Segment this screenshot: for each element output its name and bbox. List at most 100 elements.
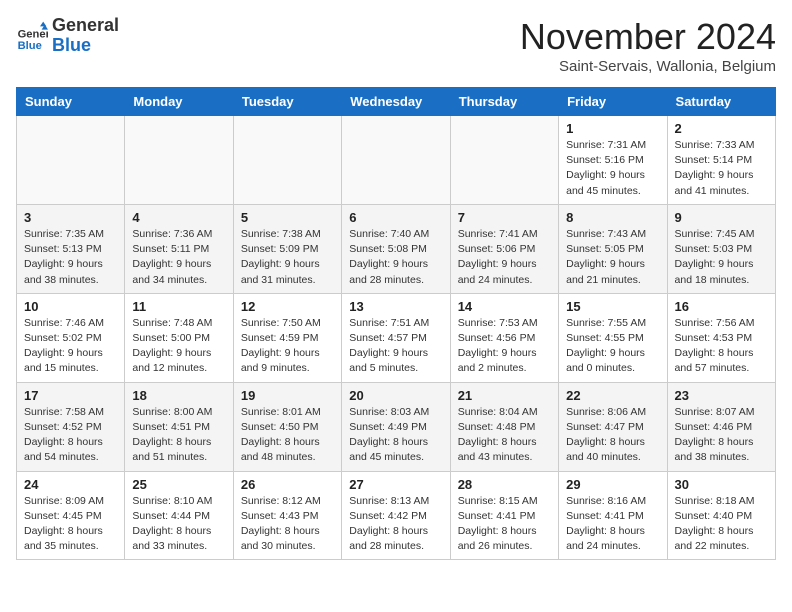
- day-info: Sunrise: 8:13 AM Sunset: 4:42 PM Dayligh…: [349, 494, 442, 555]
- weekday-header-wednesday: Wednesday: [342, 88, 450, 116]
- calendar-cell: 22Sunrise: 8:06 AM Sunset: 4:47 PM Dayli…: [559, 382, 667, 471]
- calendar-cell: [342, 116, 450, 205]
- weekday-header-monday: Monday: [125, 88, 233, 116]
- calendar-cell: 29Sunrise: 8:16 AM Sunset: 4:41 PM Dayli…: [559, 471, 667, 560]
- calendar-cell: 2 Sunrise: 7:33 AM Sunset: 5:14 PM Daylig…: [667, 116, 775, 205]
- calendar-cell: 21 Sunrise: 8:04 AM Sunset: 4:48 PM Dayli…: [450, 382, 558, 471]
- day-info: Sunrise: 8:00 AM Sunset: 4:51 PM Dayligh…: [132, 405, 225, 466]
- day-number: 14: [458, 299, 551, 314]
- calendar-cell: 23 Sunrise: 8:07 AM Sunset: 4:46 PM Dayli…: [667, 382, 775, 471]
- day-info: Sunrise: 7:31 AM Sunset: 5:16 PM Dayligh…: [566, 138, 659, 199]
- day-number: 18: [132, 388, 225, 403]
- day-number: 20: [349, 388, 442, 403]
- logo-line2: Blue: [52, 36, 119, 56]
- calendar-cell: 20Sunrise: 8:03 AM Sunset: 4:49 PM Dayli…: [342, 382, 450, 471]
- calendar-table: SundayMondayTuesdayWednesdayThursdayFrid…: [16, 87, 776, 560]
- calendar-cell: 7 Sunrise: 7:41 AM Sunset: 5:06 PM Daylig…: [450, 204, 558, 293]
- day-info: Sunrise: 7:41 AM Sunset: 5:06 PM Dayligh…: [458, 227, 551, 288]
- day-number: 11: [132, 299, 225, 314]
- day-info: Sunrise: 8:06 AM Sunset: 4:47 PM Dayligh…: [566, 405, 659, 466]
- day-info: Sunrise: 8:15 AM Sunset: 4:41 PM Dayligh…: [458, 494, 551, 555]
- day-number: 23: [675, 388, 768, 403]
- day-info: Sunrise: 8:10 AM Sunset: 4:44 PM Dayligh…: [132, 494, 225, 555]
- day-info: Sunrise: 8:04 AM Sunset: 4:48 PM Dayligh…: [458, 405, 551, 466]
- day-number: 13: [349, 299, 442, 314]
- calendar-cell: 1 Sunrise: 7:31 AM Sunset: 5:16 PM Daylig…: [559, 116, 667, 205]
- day-info: Sunrise: 8:07 AM Sunset: 4:46 PM Dayligh…: [675, 405, 768, 466]
- day-number: 19: [241, 388, 334, 403]
- title-area: November 2024 Saint-Servais, Wallonia, B…: [520, 16, 776, 75]
- calendar-cell: 24Sunrise: 8:09 AM Sunset: 4:45 PM Dayli…: [17, 471, 125, 560]
- calendar-week-row: 1 Sunrise: 7:31 AM Sunset: 5:16 PM Daylig…: [17, 116, 776, 205]
- calendar-cell: 30 Sunrise: 8:18 AM Sunset: 4:40 PM Dayli…: [667, 471, 775, 560]
- day-number: 1: [566, 121, 659, 136]
- weekday-header-friday: Friday: [559, 88, 667, 116]
- svg-text:Blue: Blue: [18, 40, 42, 52]
- day-info: Sunrise: 7:46 AM Sunset: 5:02 PM Dayligh…: [24, 316, 117, 377]
- logo: General Blue General Blue: [16, 16, 119, 56]
- calendar-cell: 9 Sunrise: 7:45 AM Sunset: 5:03 PM Daylig…: [667, 204, 775, 293]
- day-number: 28: [458, 477, 551, 492]
- day-info: Sunrise: 7:40 AM Sunset: 5:08 PM Dayligh…: [349, 227, 442, 288]
- calendar-week-row: 3 Sunrise: 7:35 AM Sunset: 5:13 PM Daylig…: [17, 204, 776, 293]
- day-number: 29: [566, 477, 659, 492]
- day-number: 25: [132, 477, 225, 492]
- day-number: 5: [241, 210, 334, 225]
- calendar-cell: [125, 116, 233, 205]
- day-info: Sunrise: 7:35 AM Sunset: 5:13 PM Dayligh…: [24, 227, 117, 288]
- weekday-header-saturday: Saturday: [667, 88, 775, 116]
- weekday-header-sunday: Sunday: [17, 88, 125, 116]
- day-number: 27: [349, 477, 442, 492]
- day-number: 30: [675, 477, 768, 492]
- header: General Blue General Blue November 2024 …: [16, 16, 776, 75]
- calendar-cell: 25 Sunrise: 8:10 AM Sunset: 4:44 PM Dayli…: [125, 471, 233, 560]
- day-info: Sunrise: 7:33 AM Sunset: 5:14 PM Dayligh…: [675, 138, 768, 199]
- day-info: Sunrise: 7:56 AM Sunset: 4:53 PM Dayligh…: [675, 316, 768, 377]
- calendar-cell: 13 Sunrise: 7:51 AM Sunset: 4:57 PM Dayli…: [342, 293, 450, 382]
- weekday-header-row: SundayMondayTuesdayWednesdayThursdayFrid…: [17, 88, 776, 116]
- day-number: 2: [675, 121, 768, 136]
- calendar-cell: [233, 116, 341, 205]
- calendar-cell: 3 Sunrise: 7:35 AM Sunset: 5:13 PM Daylig…: [17, 204, 125, 293]
- day-number: 3: [24, 210, 117, 225]
- calendar-cell: 6Sunrise: 7:40 AM Sunset: 5:08 PM Daylig…: [342, 204, 450, 293]
- day-number: 12: [241, 299, 334, 314]
- day-number: 26: [241, 477, 334, 492]
- calendar-cell: 15 Sunrise: 7:55 AM Sunset: 4:55 PM Dayli…: [559, 293, 667, 382]
- calendar-cell: 28 Sunrise: 8:15 AM Sunset: 4:41 PM Dayli…: [450, 471, 558, 560]
- logo-line1: General: [52, 16, 119, 36]
- day-info: Sunrise: 7:36 AM Sunset: 5:11 PM Dayligh…: [132, 227, 225, 288]
- day-number: 15: [566, 299, 659, 314]
- calendar-cell: 4Sunrise: 7:36 AM Sunset: 5:11 PM Daylig…: [125, 204, 233, 293]
- day-info: Sunrise: 7:38 AM Sunset: 5:09 PM Dayligh…: [241, 227, 334, 288]
- day-info: Sunrise: 7:58 AM Sunset: 4:52 PM Dayligh…: [24, 405, 117, 466]
- day-number: 10: [24, 299, 117, 314]
- day-info: Sunrise: 7:53 AM Sunset: 4:56 PM Dayligh…: [458, 316, 551, 377]
- day-number: 8: [566, 210, 659, 225]
- day-info: Sunrise: 7:48 AM Sunset: 5:00 PM Dayligh…: [132, 316, 225, 377]
- calendar-cell: 26Sunrise: 8:12 AM Sunset: 4:43 PM Dayli…: [233, 471, 341, 560]
- day-number: 24: [24, 477, 117, 492]
- calendar-cell: 5 Sunrise: 7:38 AM Sunset: 5:09 PM Daylig…: [233, 204, 341, 293]
- calendar-cell: 11 Sunrise: 7:48 AM Sunset: 5:00 PM Dayli…: [125, 293, 233, 382]
- calendar-cell: 14 Sunrise: 7:53 AM Sunset: 4:56 PM Dayli…: [450, 293, 558, 382]
- day-info: Sunrise: 7:45 AM Sunset: 5:03 PM Dayligh…: [675, 227, 768, 288]
- logo-icon: General Blue: [16, 20, 48, 52]
- calendar-week-row: 17Sunrise: 7:58 AM Sunset: 4:52 PM Dayli…: [17, 382, 776, 471]
- day-number: 9: [675, 210, 768, 225]
- day-info: Sunrise: 8:18 AM Sunset: 4:40 PM Dayligh…: [675, 494, 768, 555]
- calendar-cell: 8 Sunrise: 7:43 AM Sunset: 5:05 PM Daylig…: [559, 204, 667, 293]
- calendar-cell: [450, 116, 558, 205]
- calendar-cell: 12 Sunrise: 7:50 AM Sunset: 4:59 PM Dayli…: [233, 293, 341, 382]
- calendar-cell: 16 Sunrise: 7:56 AM Sunset: 4:53 PM Dayli…: [667, 293, 775, 382]
- day-info: Sunrise: 7:50 AM Sunset: 4:59 PM Dayligh…: [241, 316, 334, 377]
- day-number: 7: [458, 210, 551, 225]
- day-number: 21: [458, 388, 551, 403]
- day-info: Sunrise: 7:51 AM Sunset: 4:57 PM Dayligh…: [349, 316, 442, 377]
- calendar-cell: 18 Sunrise: 8:00 AM Sunset: 4:51 PM Dayli…: [125, 382, 233, 471]
- calendar-cell: 27 Sunrise: 8:13 AM Sunset: 4:42 PM Dayli…: [342, 471, 450, 560]
- day-info: Sunrise: 7:43 AM Sunset: 5:05 PM Dayligh…: [566, 227, 659, 288]
- day-info: Sunrise: 7:55 AM Sunset: 4:55 PM Dayligh…: [566, 316, 659, 377]
- day-info: Sunrise: 8:01 AM Sunset: 4:50 PM Dayligh…: [241, 405, 334, 466]
- day-number: 16: [675, 299, 768, 314]
